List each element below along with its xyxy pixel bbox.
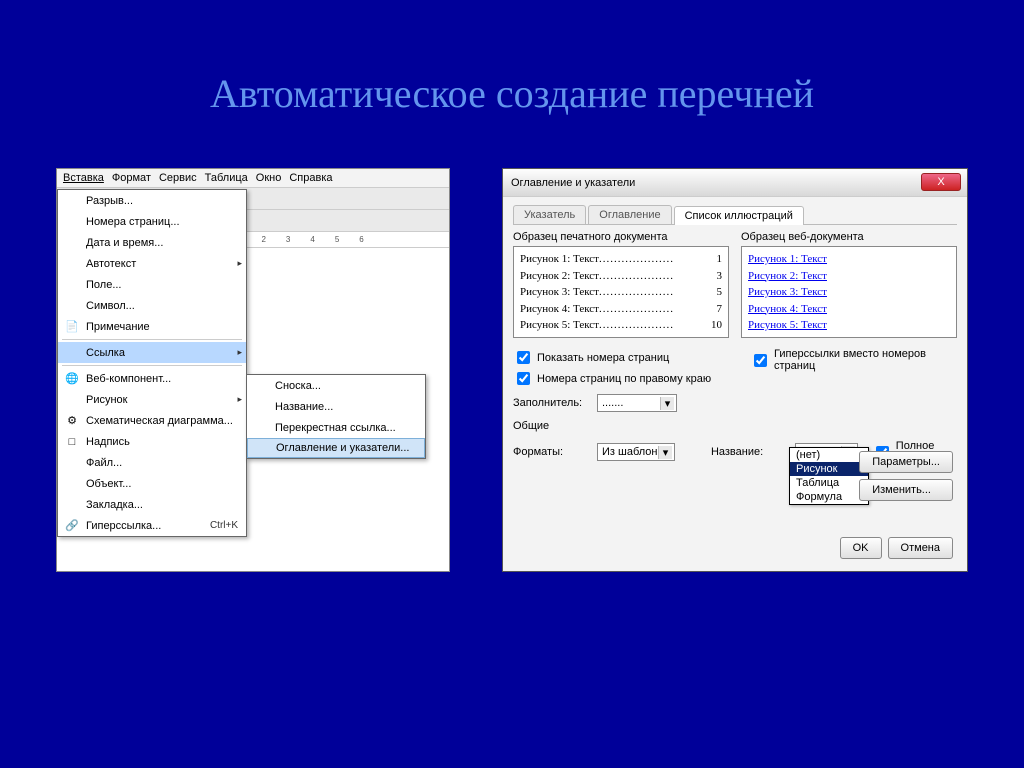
slide-title: Автоматическое создание перечней [0, 70, 1024, 117]
print-preview-label: Образец печатного документа [513, 231, 729, 243]
ok-button[interactable]: OK [840, 537, 882, 559]
cancel-button[interactable]: Отмена [888, 537, 953, 559]
dialog-title: Оглавление и указатели [511, 177, 635, 189]
menu-item[interactable]: Дата и время... [58, 232, 246, 253]
formats-label: Форматы: [513, 446, 591, 458]
toc-dialog: Оглавление и указатели X Указатель Оглав… [502, 168, 968, 572]
menu-icon [62, 497, 82, 513]
word-screenshot: Вставка Формат Сервис Таблица Окно Справ… [56, 168, 450, 572]
submenu-item[interactable]: Оглавление и указатели... [247, 438, 425, 458]
menu-item[interactable]: Номера страниц... [58, 211, 246, 232]
dialog-titlebar: Оглавление и указатели X [503, 169, 967, 197]
menu-icon: □ [62, 434, 82, 450]
menu-item[interactable]: 🌐Веб-компонент... [58, 368, 246, 389]
web-preview: Рисунок 1: ТекстРисунок 2: ТекстРисунок … [741, 246, 957, 338]
insert-menu-dropdown: Разрыв...Номера страниц...Дата и время..… [57, 189, 247, 537]
menu-item[interactable]: 🔗Гиперссылка...Ctrl+K [58, 515, 246, 536]
menu-icon [62, 235, 82, 251]
menu-icon [62, 298, 82, 314]
menu-item[interactable]: □Надпись [58, 431, 246, 452]
menu-icon [62, 214, 82, 230]
name-label: Название: [711, 446, 789, 458]
menu-tools[interactable]: Сервис [159, 172, 197, 184]
menubar: Вставка Формат Сервис Таблица Окно Справ… [57, 169, 449, 188]
dropdown-option[interactable]: Рисунок [790, 462, 868, 476]
menu-icon [62, 256, 82, 272]
print-preview: Рисунок 1: Текст ....................1Ри… [513, 246, 729, 338]
menu-format[interactable]: Формат [112, 172, 151, 184]
menu-item[interactable]: Закладка... [58, 494, 246, 515]
menu-icon [62, 193, 82, 209]
params-button[interactable]: Параметры... [859, 451, 953, 473]
dropdown-option[interactable]: Таблица [790, 476, 868, 490]
submenu-item[interactable]: Название... [247, 396, 425, 417]
menu-item[interactable]: Рисунок▸ [58, 389, 246, 410]
menu-item[interactable]: ⚙Схематическая диаграмма... [58, 410, 246, 431]
menu-icon [62, 455, 82, 471]
web-preview-label: Образец веб-документа [741, 231, 957, 243]
menu-icon: 🌐 [62, 371, 82, 387]
formats-select[interactable]: Из шаблона▾ [597, 443, 675, 461]
menu-item[interactable]: Объект... [58, 473, 246, 494]
reference-submenu: Сноска...Название...Перекрестная ссылка.… [246, 374, 426, 459]
menu-icon [62, 277, 82, 293]
dropdown-option[interactable]: Формула [790, 490, 868, 504]
tab-illustrations[interactable]: Список иллюстраций [674, 206, 804, 225]
modify-button[interactable]: Изменить... [859, 479, 953, 501]
menu-insert[interactable]: Вставка [63, 172, 104, 184]
menu-window[interactable]: Окно [256, 172, 282, 184]
menu-icon: ⚙ [62, 413, 82, 429]
tab-toc[interactable]: Оглавление [588, 205, 671, 224]
submenu-item[interactable]: Сноска... [247, 375, 425, 396]
name-dropdown-list[interactable]: (нет)РисунокТаблицаФормула [789, 447, 869, 505]
group-common: Общие [513, 420, 957, 432]
tab-index[interactable]: Указатель [513, 205, 586, 224]
chk-hyperlinks[interactable]: Гиперссылки вместо номеров страниц [750, 348, 957, 372]
filler-label: Заполнитель: [513, 397, 591, 409]
filler-select[interactable]: .......▾ [597, 394, 677, 412]
menu-item[interactable]: Ссылка▸ [58, 342, 246, 363]
menu-item[interactable]: Файл... [58, 452, 246, 473]
tab-strip: Указатель Оглавление Список иллюстраций [513, 205, 957, 225]
menu-item[interactable]: Поле... [58, 274, 246, 295]
menu-icon: 🔗 [62, 518, 82, 534]
chk-show-pages[interactable]: Показать номера страниц [513, 348, 720, 367]
menu-icon: 📄 [62, 319, 82, 335]
menu-item[interactable]: Разрыв... [58, 190, 246, 211]
menu-icon [62, 392, 82, 408]
menu-table[interactable]: Таблица [205, 172, 248, 184]
chk-right-align[interactable]: Номера страниц по правому краю [513, 369, 720, 388]
dropdown-option[interactable]: (нет) [790, 448, 868, 462]
menu-item[interactable]: 📄Примечание [58, 316, 246, 337]
menu-icon [62, 476, 82, 492]
close-button[interactable]: X [921, 173, 961, 191]
menu-item[interactable]: Символ... [58, 295, 246, 316]
menu-help[interactable]: Справка [289, 172, 332, 184]
submenu-item[interactable]: Перекрестная ссылка... [247, 417, 425, 438]
menu-item[interactable]: Автотекст▸ [58, 253, 246, 274]
menu-icon [62, 345, 82, 361]
